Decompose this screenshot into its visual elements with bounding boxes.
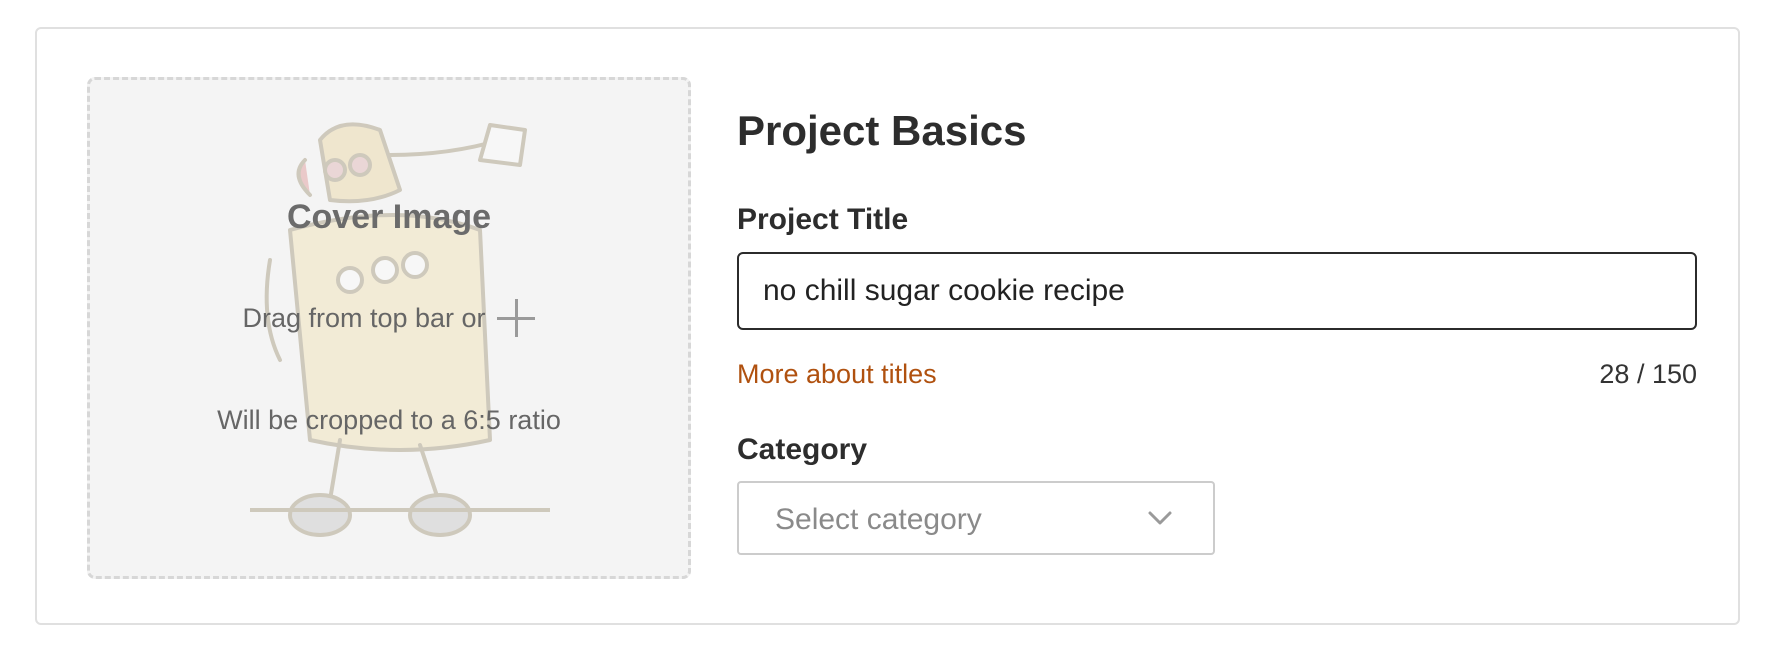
cover-drag-instructions: Drag from top bar or bbox=[90, 298, 688, 338]
plus-icon[interactable] bbox=[496, 298, 536, 338]
category-select[interactable]: Select category bbox=[737, 481, 1215, 555]
drag-text: Drag from top bar or bbox=[242, 302, 486, 333]
more-about-titles-link[interactable]: More about titles bbox=[737, 359, 937, 390]
title-char-count: 28 / 150 bbox=[1599, 359, 1697, 389]
category-label: Category bbox=[737, 433, 868, 466]
cover-image-dropzone[interactable]: Cover Image Drag from top bar or Will be… bbox=[87, 77, 691, 579]
project-title-label: Project Title bbox=[737, 203, 909, 236]
cover-ratio-note: Will be cropped to a 6:5 ratio bbox=[217, 405, 561, 435]
category-select-placeholder: Select category bbox=[775, 503, 982, 536]
project-title-input[interactable] bbox=[737, 252, 1697, 330]
chevron-down-icon bbox=[1148, 511, 1172, 525]
section-title: Project Basics bbox=[737, 107, 1027, 154]
project-basics-card: Cover Image Drag from top bar or Will be… bbox=[35, 27, 1740, 625]
cover-image-title: Cover Image bbox=[286, 198, 492, 236]
